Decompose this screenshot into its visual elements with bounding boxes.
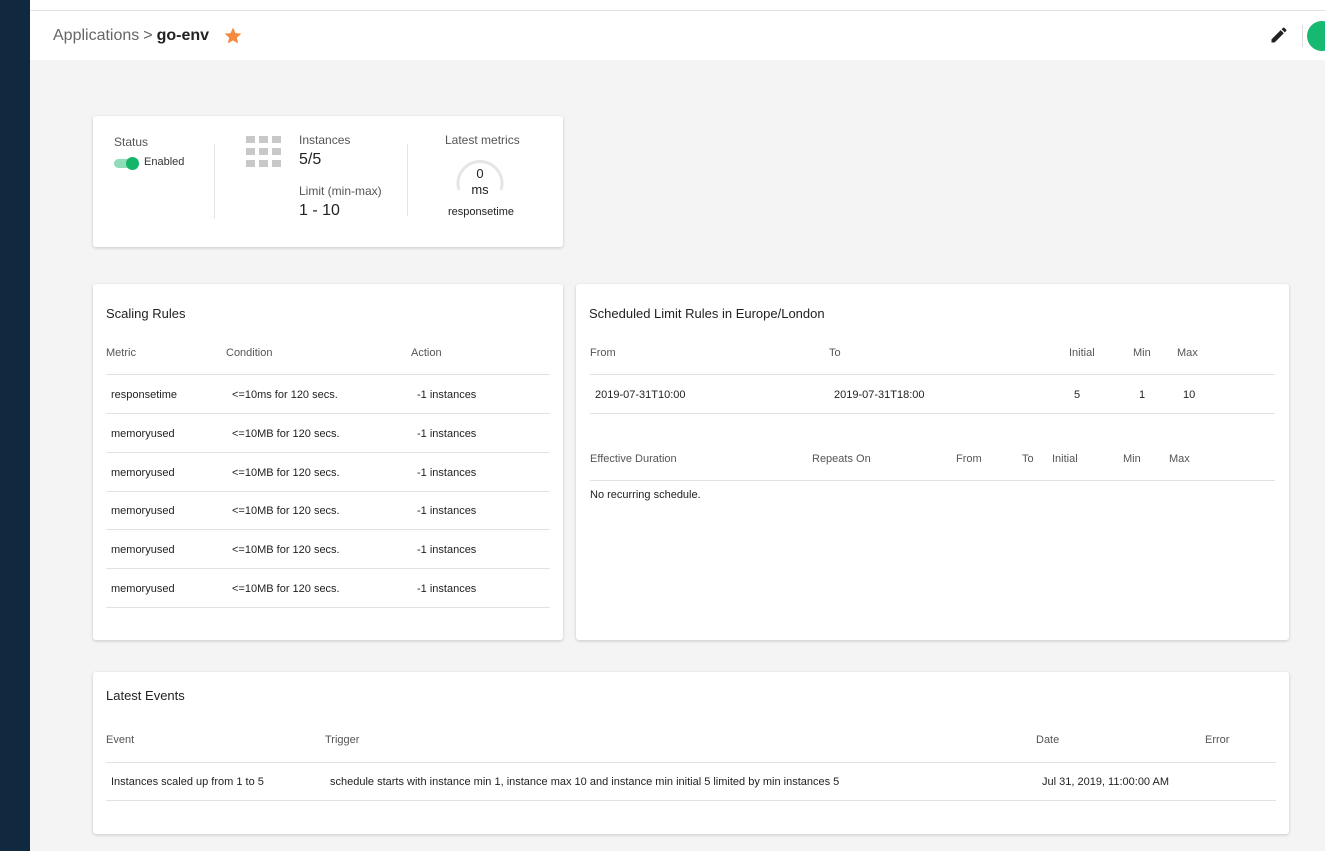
col-metric: Metric [106, 347, 136, 359]
col-recurring-max: Max [1169, 453, 1190, 465]
rule-condition: <=10MB for 120 secs. [232, 467, 340, 479]
row-divider [590, 413, 1275, 414]
metric-name: responsetime [448, 206, 515, 218]
schedule-initial: 5 [1074, 389, 1081, 401]
status-label: Status [114, 135, 149, 149]
schedule-title: Scheduled Limit Rules in Europe/London [589, 306, 825, 321]
row-divider [106, 491, 550, 492]
rule-metric: memoryused [111, 544, 175, 556]
rule-condition: <=10ms for 120 secs. [232, 389, 338, 401]
col-recurring-initial: Initial [1052, 453, 1078, 465]
rule-action: -1 instances [417, 544, 477, 556]
col-error: Error [1205, 734, 1230, 746]
rule-metric: memoryused [111, 467, 175, 479]
scaling-rules-title: Scaling Rules [106, 306, 186, 321]
table-divider [106, 374, 550, 375]
row-divider [106, 452, 550, 453]
schedule-min: 1 [1139, 389, 1146, 401]
summary-card: Status Enabled Instances 5/5 Limit (min-… [93, 116, 563, 247]
events-title: Latest Events [106, 688, 185, 703]
rule-condition: <=10MB for 120 secs. [232, 583, 340, 595]
row-divider [106, 529, 550, 530]
breadcrumb-applications-link[interactable]: Applications [53, 27, 139, 45]
col-event: Event [106, 734, 135, 746]
rule-metric: memoryused [111, 428, 175, 440]
instances-label: Instances [299, 133, 351, 147]
col-to: To [829, 347, 841, 359]
latest-events-card: Latest Events Event Trigger Date Error I… [93, 672, 1289, 834]
instances-value: 5/5 [299, 151, 322, 168]
summary-divider-2 [407, 144, 408, 216]
page-header: Applications > go-env [30, 10, 1325, 60]
rule-action: -1 instances [417, 428, 477, 440]
row-divider [106, 413, 550, 414]
col-effective-duration: Effective Duration [590, 453, 677, 465]
event-name: Instances scaled up from 1 to 5 [111, 776, 264, 788]
limit-label: Limit (min-max) [299, 184, 382, 198]
rule-metric: memoryused [111, 583, 175, 595]
header-divider [1302, 25, 1303, 47]
col-max: Max [1177, 347, 1198, 359]
scheduled-rules-card: Scheduled Limit Rules in Europe/London F… [576, 284, 1289, 640]
col-from: From [590, 347, 616, 359]
col-action: Action [411, 347, 442, 359]
row-divider [106, 607, 550, 608]
limit-value: 1 - 10 [299, 202, 340, 219]
event-date: Jul 31, 2019, 11:00:00 AM [1042, 776, 1169, 788]
instances-grid-icon [246, 136, 282, 170]
col-recurring-to: To [1022, 453, 1034, 465]
rule-condition: <=10MB for 120 secs. [232, 505, 340, 517]
metric-unit: ms [471, 182, 489, 197]
table-divider [590, 480, 1275, 481]
col-trigger: Trigger [325, 734, 360, 746]
col-condition: Condition [226, 347, 273, 359]
status-value: Enabled [144, 156, 185, 168]
top-strip [0, 0, 1325, 10]
table-divider [590, 374, 1275, 375]
metrics-label: Latest metrics [445, 133, 520, 147]
summary-divider-1 [214, 144, 215, 219]
row-divider [106, 800, 1276, 801]
row-divider [106, 568, 550, 569]
rule-metric: responsetime [111, 389, 178, 401]
rule-condition: <=10MB for 120 secs. [232, 428, 340, 440]
rule-action: -1 instances [417, 505, 477, 517]
breadcrumb-current: go-env [156, 27, 210, 44]
rule-metric: memoryused [111, 505, 175, 517]
schedule-to: 2019-07-31T18:00 [834, 389, 925, 401]
favorite-star-icon[interactable] [223, 26, 243, 46]
pencil-icon[interactable] [1269, 25, 1289, 45]
col-recurring-min: Min [1123, 453, 1141, 465]
metric-value: 0 [476, 166, 484, 181]
breadcrumb-separator: > [143, 27, 153, 44]
event-trigger: schedule starts with instance min 1, ins… [330, 776, 840, 788]
col-repeats-on: Repeats On [812, 453, 871, 465]
rule-condition: <=10MB for 120 secs. [232, 544, 340, 556]
rule-action: -1 instances [417, 467, 477, 479]
col-min: Min [1133, 347, 1151, 359]
breadcrumb: Applications > go-env [53, 26, 243, 46]
no-recurring-message: No recurring schedule. [590, 489, 701, 501]
rule-action: -1 instances [417, 583, 477, 595]
avatar[interactable] [1307, 21, 1325, 51]
col-initial: Initial [1069, 347, 1095, 359]
schedule-max: 10 [1183, 389, 1196, 401]
rule-action: -1 instances [417, 389, 477, 401]
schedule-from: 2019-07-31T10:00 [595, 389, 686, 401]
sidebar [0, 0, 30, 851]
col-date: Date [1036, 734, 1060, 746]
scaling-rules-card: Scaling Rules Metric Condition Action re… [93, 284, 563, 640]
table-divider [106, 762, 1276, 763]
col-recurring-from: From [956, 453, 982, 465]
status-toggle[interactable] [114, 157, 139, 170]
